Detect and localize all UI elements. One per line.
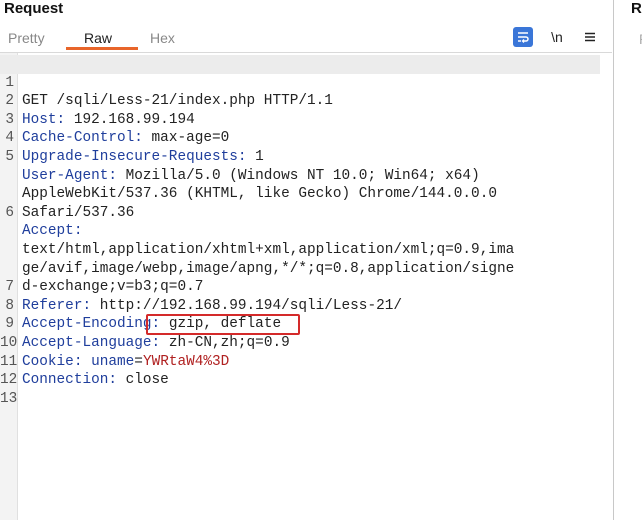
wrap-lines-icon[interactable] [513,27,533,47]
tab-pretty[interactable]: Pretty [8,30,45,46]
tabs-divider [0,52,612,53]
editor-line: 5 User-Agent: Mozilla/5.0 (Windows NT 10… [0,129,612,184]
hamburger-menu-icon[interactable] [580,27,600,47]
menu-glyph [585,32,595,42]
editor-line: 1 GET /sqli/Less-21/index.php HTTP/1.1 [0,55,600,109]
editor-line: AppleWebKit/537.36 (KHTML, like Gecko) C… [0,148,612,202]
editor-line: 7 Referer: http://192.168.99.194/sqli/Le… [0,260,612,314]
editor-line: 6 Accept: [0,185,612,240]
tab-hex[interactable]: Hex [150,30,175,46]
editor-line: Safari/537.36 [0,167,612,221]
editor-line: 2 Host: 192.168.99.194 [0,74,612,128]
editor-line: 13 [0,371,612,407]
tab-raw[interactable]: Raw [84,30,112,46]
response-panel-title: R [631,0,642,17]
editor-line: 8 Accept-Encoding: gzip, deflate [0,278,612,333]
wrap-lines-glyph [518,32,529,43]
editor-line: text/html,application/xhtml+xml,applicat… [0,204,612,258]
request-panel-title: Request [4,0,64,17]
editor-line: 4 Upgrade-Insecure-Requests: 1 [0,111,612,165]
active-tab-indicator [66,47,138,50]
line-number: 13 [0,390,18,407]
editor-line: 11 Connection: close [0,353,169,389]
editor-line: ge/avif,image/webp,image/apng,*/*;q=0.8,… [0,222,612,277]
editor-line: 10 Cookie: uname=YWRtaW4%3D [0,334,230,370]
cookie-highlight-box [146,314,300,335]
editor-line: 3 Cache-Control: max-age=0 [0,92,612,147]
editor-line: 12 [0,353,612,388]
editor-line: d-exchange;v=b3;q=0.7 [0,241,612,295]
raw-request-editor[interactable]: 1 GET /sqli/Less-21/index.php HTTP/1.1 2… [0,55,612,407]
editor-line: 9 Accept-Language: zh-CN,zh;q=0.9 [0,297,612,351]
panel-divider[interactable] [613,0,614,520]
newline-toggle-button[interactable]: \n [547,27,567,47]
